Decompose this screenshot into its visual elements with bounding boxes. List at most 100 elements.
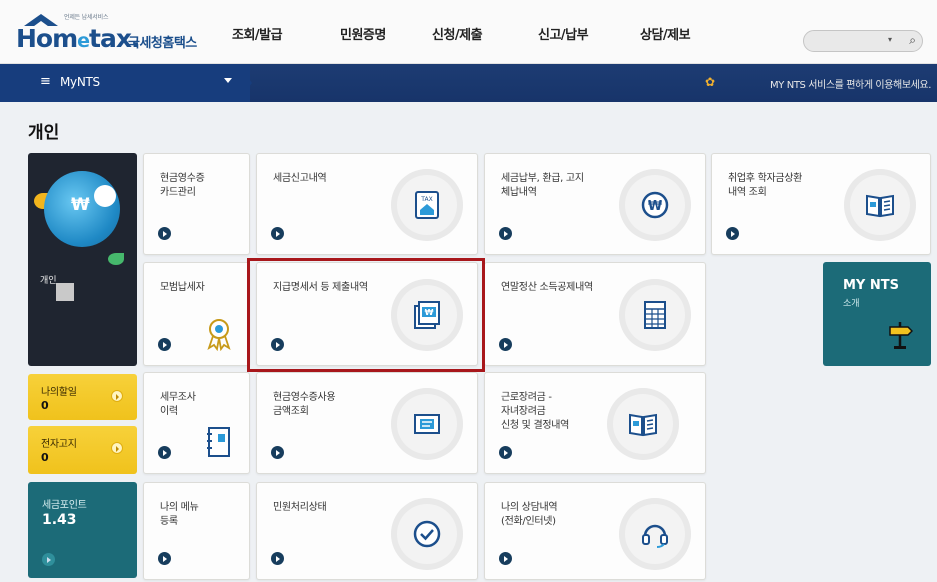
my-tasks-tile[interactable]: 나의할일 0 bbox=[28, 374, 137, 420]
mynts-label: MyNTS bbox=[60, 75, 100, 89]
menu-apply-submit[interactable]: 신청/제출 bbox=[432, 24, 483, 43]
tile-my-menu[interactable]: 나의 메뉴 등록 bbox=[143, 482, 250, 580]
logo-part-e: e bbox=[77, 30, 90, 52]
tile-tax-report-history[interactable]: 세금신고내역 TAX bbox=[256, 153, 478, 255]
logo-wordmark: Hometax. bbox=[16, 24, 141, 53]
tile-my-consultation[interactable]: 나의 상담내역 (전화/인터넷) bbox=[484, 482, 706, 580]
tile-student-loan[interactable]: 취업후 학자금상환 내역 조회 bbox=[711, 153, 931, 255]
won-icon: ₩ bbox=[71, 195, 90, 215]
tile-model-taxpayer[interactable]: 모범납세자 bbox=[143, 262, 250, 366]
tax-point-title: 세금포인트 bbox=[42, 500, 87, 511]
arrow-right-icon[interactable] bbox=[111, 442, 123, 454]
arrow-right-icon[interactable] bbox=[499, 552, 512, 565]
mynts-navbar: ≡ MyNTS ✿ MY NTS 서비스를 편하게 이용해보세요. bbox=[0, 64, 937, 102]
logo-part: Hom bbox=[16, 24, 78, 53]
my-tasks-title: 나의할일 bbox=[41, 387, 77, 398]
hometax-logo[interactable]: 언제든 납세서비스 Hometax. 국세청홈택스 bbox=[16, 12, 206, 56]
tile-label: 지급명세서 등 제출내역 bbox=[273, 282, 368, 293]
character-face-icon bbox=[94, 185, 116, 207]
tile-label: 나의 메뉴 등록 bbox=[160, 502, 199, 527]
arrow-right-icon[interactable] bbox=[158, 552, 171, 565]
tax-text: TAX bbox=[420, 196, 432, 203]
top-header: 언제든 납세서비스 Hometax. 국세청홈택스 조회/발급 민원증명 신청/… bbox=[0, 0, 937, 64]
tile-label: 세무조사 이력 bbox=[160, 392, 196, 417]
tile-label: 취업후 학자금상환 내역 조회 bbox=[728, 173, 803, 198]
e-notice-tile[interactable]: 전자고지 0 bbox=[28, 426, 137, 474]
notebook-icon bbox=[207, 427, 230, 457]
chevron-down-icon[interactable] bbox=[224, 78, 232, 83]
menu-civil-certificate[interactable]: 민원증명 bbox=[340, 24, 386, 43]
my-tasks-count: 0 bbox=[41, 399, 49, 412]
arrow-right-icon[interactable] bbox=[271, 552, 284, 565]
nav-notice[interactable]: MY NTS 서비스를 편하게 이용해보세요. bbox=[770, 76, 931, 91]
tile-civil-status[interactable]: 민원처리상태 bbox=[256, 482, 478, 580]
tile-label: 세금신고내역 bbox=[273, 173, 327, 184]
tile-label: 나의 상담내역 (전화/인터넷) bbox=[501, 502, 558, 527]
tile-mynts-intro[interactable]: MY NTS 소개 bbox=[823, 262, 931, 366]
tile-label: 연말정산 소득공제내역 bbox=[501, 282, 593, 293]
tile-cash-receipt-amount[interactable]: 현금영수증사용 금액조회 bbox=[256, 372, 478, 474]
tile-label: 근로장려금 - 자녀장려금 신청 및 결정내역 bbox=[501, 392, 570, 431]
arrow-right-icon[interactable] bbox=[271, 446, 284, 459]
nav-arrow-shape bbox=[238, 64, 252, 102]
logo-korean: 국세청홈택스 bbox=[128, 36, 197, 51]
arrow-right-icon[interactable] bbox=[726, 227, 739, 240]
won-coin-icon: ₩ bbox=[619, 169, 691, 241]
headset-icon bbox=[619, 498, 691, 570]
leaf-decoration bbox=[108, 253, 124, 265]
arrow-right-icon[interactable] bbox=[158, 227, 171, 240]
user-type-label: 개인 bbox=[40, 276, 57, 286]
logo-tagline: 언제든 납세서비스 bbox=[64, 14, 109, 21]
open-book-icon bbox=[607, 388, 679, 460]
open-book-icon bbox=[844, 169, 916, 241]
globe-illustration: ₩ bbox=[44, 171, 120, 247]
arrow-right-icon[interactable] bbox=[158, 338, 171, 351]
tax-point-tile[interactable]: 세금포인트 1.43 bbox=[28, 482, 137, 578]
tile-label: 모범납세자 bbox=[160, 282, 205, 293]
tax-point-value: 1.43 bbox=[42, 512, 77, 528]
arrow-right-icon[interactable] bbox=[111, 390, 123, 402]
search-icon[interactable]: ⌕ bbox=[909, 33, 916, 48]
hamburger-icon[interactable]: ≡ bbox=[40, 74, 51, 89]
mynts-dropdown[interactable]: ≡ MyNTS bbox=[0, 64, 250, 102]
arrow-right-icon[interactable] bbox=[499, 446, 512, 459]
mynts-intro-title: MY NTS bbox=[843, 278, 899, 293]
tile-label: 현금영수증 카드관리 bbox=[160, 173, 205, 198]
tile-label: 현금영수증사용 금액조회 bbox=[273, 392, 336, 417]
search-input[interactable]: ▾ ⌕ bbox=[803, 30, 923, 52]
document-won-icon: ₩ bbox=[391, 279, 463, 351]
tile-year-end-settlement[interactable]: 연말정산 소득공제내역 bbox=[484, 262, 706, 366]
arrow-right-icon[interactable] bbox=[158, 446, 171, 459]
chevron-down-icon[interactable]: ▾ bbox=[888, 35, 892, 44]
check-circle-icon bbox=[391, 498, 463, 570]
arrow-right-icon[interactable] bbox=[42, 553, 55, 566]
arrow-right-icon[interactable] bbox=[499, 227, 512, 240]
avatar bbox=[56, 283, 74, 301]
menu-report-pay[interactable]: 신고/납부 bbox=[538, 24, 589, 43]
profile-panel: ₩ 개인 bbox=[28, 153, 137, 366]
tile-cash-receipt-card[interactable]: 현금영수증 카드관리 bbox=[143, 153, 250, 255]
arrow-right-icon[interactable] bbox=[271, 338, 284, 351]
tile-payment-statement[interactable]: 지급명세서 등 제출내역 ₩ bbox=[256, 262, 478, 366]
e-notice-title: 전자고지 bbox=[41, 439, 77, 450]
menu-inquiry-issue[interactable]: 조회/발급 bbox=[232, 24, 283, 43]
tile-tax-audit[interactable]: 세무조사 이력 bbox=[143, 372, 250, 474]
medal-icon bbox=[207, 319, 231, 351]
flower-icon: ✿ bbox=[704, 75, 715, 89]
signpost-icon bbox=[889, 322, 913, 349]
e-notice-count: 0 bbox=[41, 451, 49, 464]
tax-house-icon: TAX bbox=[391, 169, 463, 241]
tile-tax-payment[interactable]: 세금납부, 환급, 고지 체납내역 ₩ bbox=[484, 153, 706, 255]
spreadsheet-icon bbox=[619, 279, 691, 351]
won-text: ₩ bbox=[425, 308, 434, 317]
arrow-right-icon[interactable] bbox=[271, 227, 284, 240]
tile-label: 민원처리상태 bbox=[273, 502, 327, 513]
page-title: 개인 bbox=[28, 123, 60, 143]
mynts-intro-subtitle: 소개 bbox=[843, 299, 860, 309]
menu-consult-report[interactable]: 상담/제보 bbox=[640, 24, 691, 43]
won-text: ₩ bbox=[648, 199, 663, 214]
receipt-screen-icon bbox=[391, 388, 463, 460]
arrow-right-icon[interactable] bbox=[499, 338, 512, 351]
tile-earned-income-incentive[interactable]: 근로장려금 - 자녀장려금 신청 및 결정내역 bbox=[484, 372, 706, 474]
tile-label: 세금납부, 환급, 고지 체납내역 bbox=[501, 173, 584, 198]
